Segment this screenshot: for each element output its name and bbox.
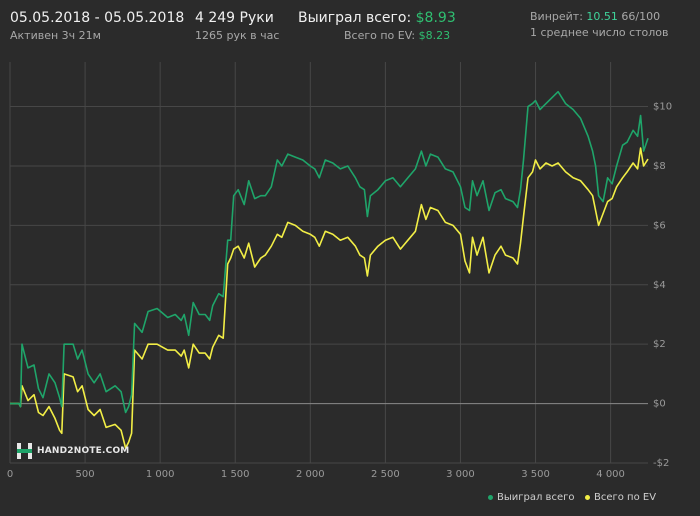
- legend-won-dot: [488, 494, 493, 500]
- x-tick-label: 4 000: [596, 469, 625, 480]
- x-tick-label: 2 000: [296, 469, 325, 480]
- legend-won-label: Выиграл всего: [497, 492, 575, 503]
- y-tick-label: $8: [653, 161, 666, 172]
- x-tick-label: 500: [76, 469, 95, 480]
- x-tick-label: 3 500: [521, 469, 550, 480]
- legend-ev-label: Всего по EV: [594, 492, 657, 503]
- won-series-line: [10, 90, 649, 414]
- x-tick-label: 1 000: [146, 469, 175, 480]
- legend-won: Выиграл всего: [488, 492, 574, 503]
- y-tick-label: $10: [653, 102, 672, 113]
- profit-chart: 0 500 1 000 1 500 2 000 2 500 3 000 3 500 4 000 -…: [7, 62, 672, 480]
- hand2note-logo: HAND2NOTE.COM: [16, 441, 129, 461]
- logo-icon: [17, 443, 32, 459]
- x-tick-label: 3 000: [446, 469, 475, 480]
- y-tick-label: $0: [653, 399, 666, 410]
- x-tick-label: 0: [7, 469, 13, 480]
- y-tick-label: $2: [653, 339, 666, 350]
- x-tick-label: 2 500: [371, 469, 400, 480]
- legend-ev-dot: [585, 494, 590, 500]
- y-tick-label: $6: [653, 220, 666, 231]
- x-tick-label: 1 500: [221, 469, 250, 480]
- y-tick-label: -$2: [653, 458, 669, 469]
- legend-ev: Всего по EV: [585, 492, 656, 503]
- logo-text: HAND2NOTE.COM: [37, 446, 130, 456]
- y-tick-label: $4: [653, 280, 666, 291]
